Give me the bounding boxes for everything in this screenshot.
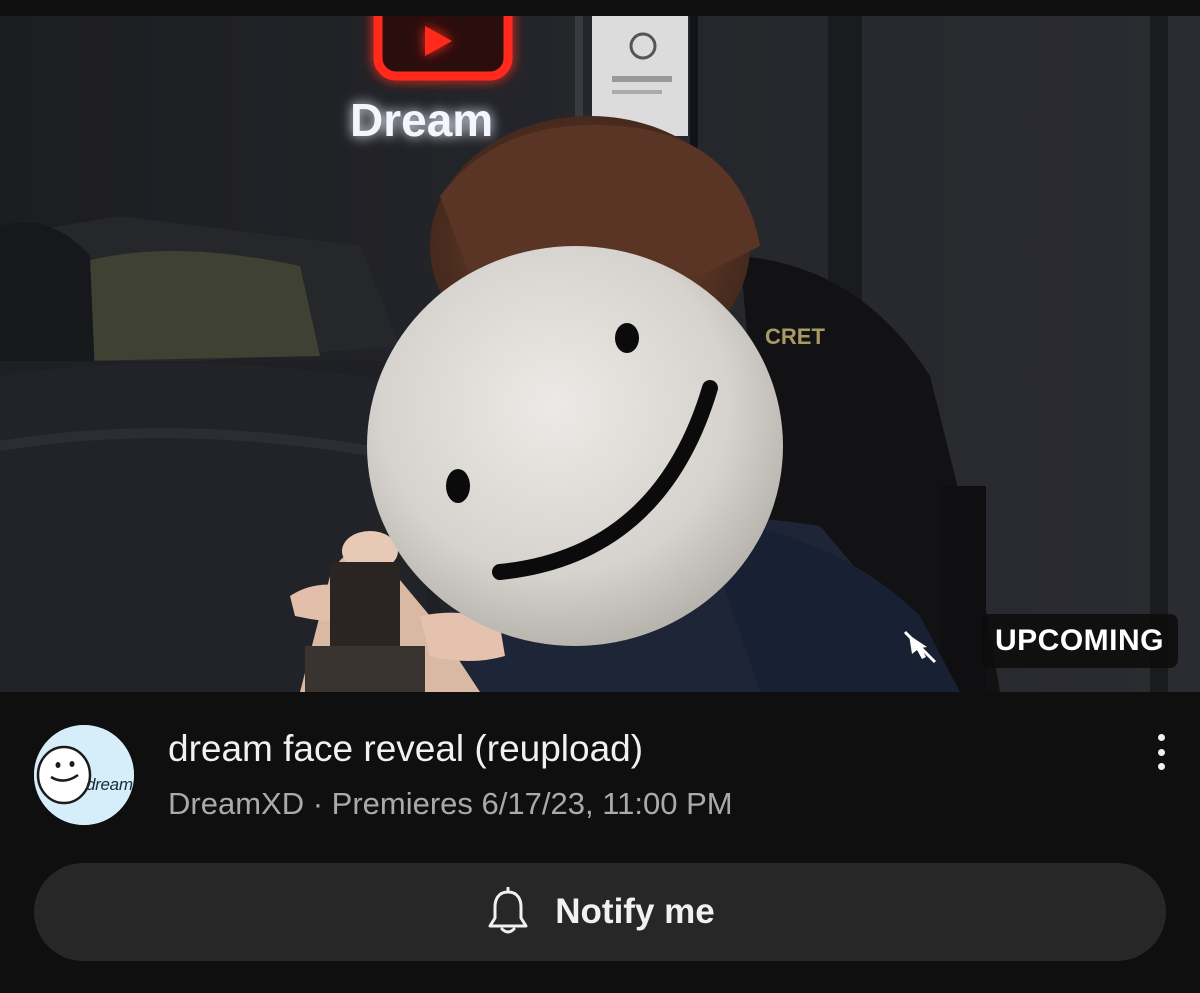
video-thumbnail[interactable]: Dream CRET UPCOMING [0,16,1200,692]
top-strip [0,0,1200,16]
chair-logo-text: CRET [765,324,825,349]
meta-separator: · [312,786,324,821]
notify-me-label: Notify me [555,892,715,931]
channel-name[interactable]: DreamXD [168,786,304,821]
video-card: Dream CRET UPCOMING dream dream face rev… [0,0,1200,993]
bell-icon [488,887,528,934]
vertical-ellipsis-icon [1157,748,1165,756]
upcoming-badge: UPCOMING [981,614,1178,668]
video-meta: dream dream face reveal (reupload) Dream… [0,692,1200,862]
avatar-label: dream [86,775,133,794]
more-options-button[interactable] [1146,730,1176,774]
premiere-time: Premieres 6/17/23, 11:00 PM [331,786,733,821]
neon-sign-text: Dream [350,94,493,146]
vertical-ellipsis-icon [1157,734,1165,741]
video-subline: DreamXD · Premieres 6/17/23, 11:00 PM [168,786,733,822]
channel-avatar[interactable]: dream [34,725,134,825]
notify-me-button[interactable]: Notify me [34,863,1166,961]
vertical-ellipsis-icon [1157,763,1165,770]
thumbnail-scene: Dream CRET [0,16,1200,692]
video-title[interactable]: dream face reveal (reupload) [168,728,643,770]
cast-off-icon[interactable] [900,626,940,666]
